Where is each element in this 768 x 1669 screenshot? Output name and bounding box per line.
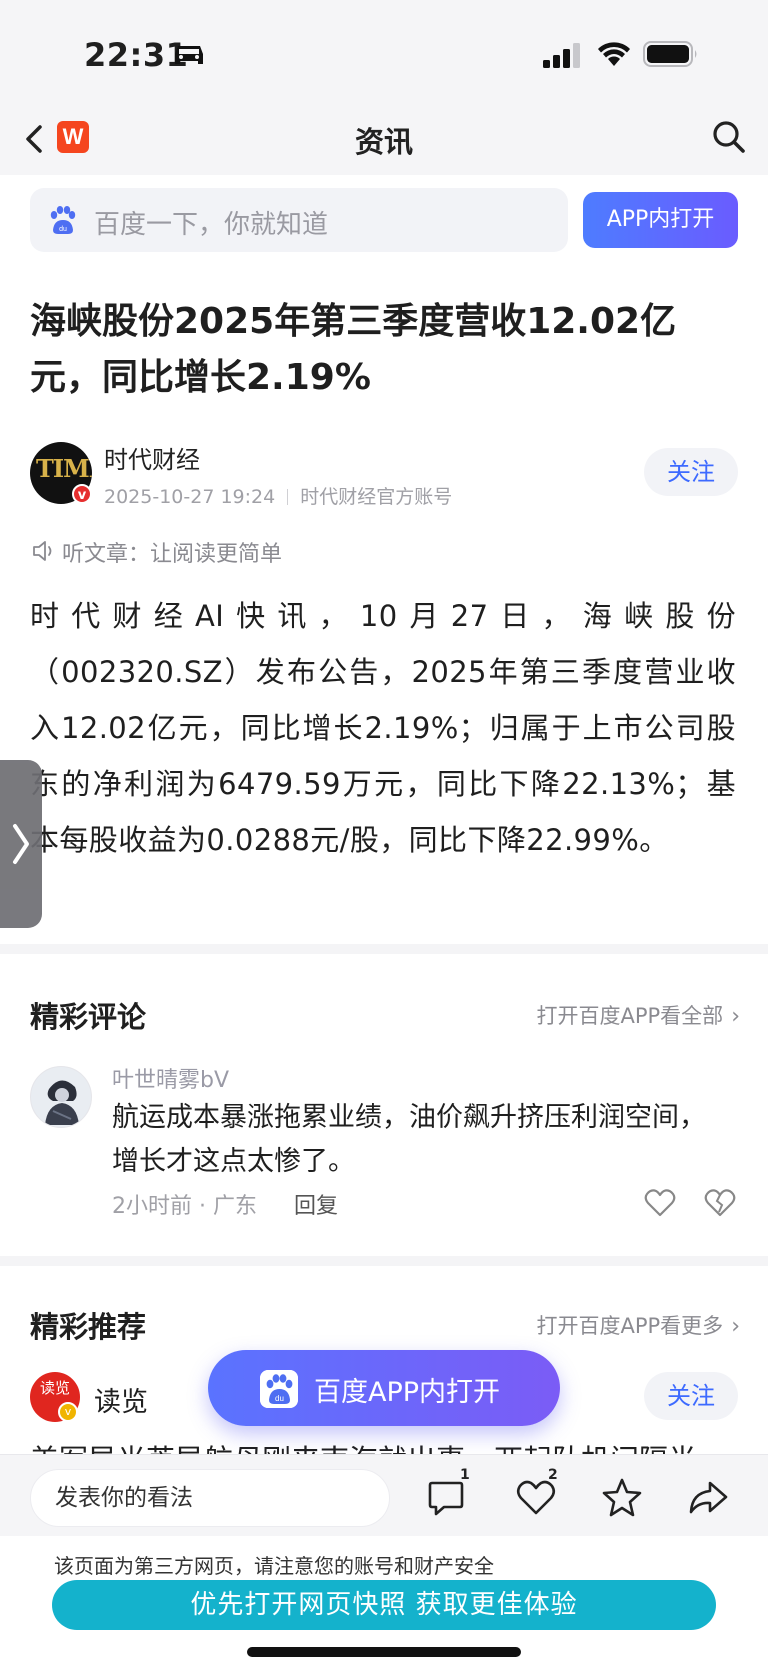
open-more-recommend-label: 打开百度APP看更多: [536, 1314, 724, 1338]
comment-input[interactable]: 发表你的看法: [30, 1469, 390, 1527]
meta-divider: [287, 489, 289, 505]
verified-badge-icon: v: [58, 1402, 78, 1422]
search-placeholder: 百度一下，你就知道: [94, 210, 329, 240]
commenter-username[interactable]: 叶世晴雾bV: [112, 1062, 229, 1094]
commenter-avatar[interactable]: [30, 1066, 92, 1128]
search-input[interactable]: du 百度一下，你就知道: [30, 188, 568, 252]
status-bar: 22:31: [0, 0, 768, 105]
side-drawer-handle[interactable]: [0, 760, 42, 928]
floating-open-in-app-button[interactable]: du 百度APP内打开: [208, 1350, 560, 1426]
recommend-section-title: 精彩推荐: [30, 1310, 147, 1344]
verified-badge-icon: v: [72, 484, 92, 504]
open-more-recommend-link[interactable]: 打开百度APP看更多 ›: [536, 1310, 740, 1340]
nav-bar: W 资讯: [0, 105, 768, 175]
wifi-icon: [598, 42, 630, 66]
comments-section-title: 精彩评论: [30, 1000, 147, 1034]
chevron-right-icon: ›: [731, 1314, 740, 1339]
publish-date: 2025-10-27 19:24: [104, 486, 276, 508]
baidu-paw-icon: du: [50, 206, 76, 234]
speaker-icon: [33, 541, 52, 561]
article-body: 时代财经AI快讯，10月27日，海峡股份（002320.SZ）发布公告，2025…: [30, 599, 736, 857]
listen-label: 听文章：让阅读更简单: [62, 542, 283, 567]
search-icon[interactable]: [711, 119, 747, 155]
open-in-app-button[interactable]: APP内打开: [583, 192, 738, 248]
cellular-signal-icon: [543, 43, 580, 68]
comment-count: 1: [460, 1467, 470, 1483]
author-avatar-logo: TIME: [36, 454, 92, 483]
battery-icon: [643, 41, 697, 67]
security-notice: 该页面为第三方网页，请注意您的账号和财产安全: [54, 1554, 494, 1578]
article-title: 海峡股份2025年第三季度营收12.02亿元，同比增长2.19%: [30, 301, 677, 398]
follow-button[interactable]: 关注: [644, 448, 738, 496]
car-icon: [175, 46, 203, 64]
page-title: 资讯: [354, 125, 413, 159]
chevron-right-icon: [13, 824, 29, 864]
star-icon[interactable]: [600, 1475, 644, 1519]
svg-text:du: du: [275, 1394, 284, 1403]
reply-button[interactable]: 回复: [294, 1188, 338, 1220]
heart-icon[interactable]: [644, 1188, 676, 1218]
comment-text: 航运成本暴涨拖累业绩，油价飙升挤压利润空间，增长才这点太惨了。: [112, 1102, 706, 1177]
recommend-source-name[interactable]: 读览: [94, 1380, 148, 1419]
commenter-avatar-image: [31, 1067, 91, 1127]
section-divider: [0, 944, 768, 954]
search-row: du 百度一下，你就知道 APP内打开: [30, 188, 738, 252]
floating-button-label: 百度APP内打开: [314, 1377, 501, 1408]
account-type: 时代财经官方账号: [300, 486, 453, 508]
share-icon[interactable]: [686, 1475, 730, 1519]
chevron-right-icon: ›: [731, 1004, 740, 1029]
author-row: TIME v 时代财经 2025-10-27 19:24 时代财经官方账号 关注: [30, 440, 740, 510]
author-meta: 2025-10-27 19:24 时代财经官方账号: [104, 482, 452, 509]
author-name[interactable]: 时代财经: [104, 440, 200, 475]
comment-time-location: 2小时前 · 广东: [112, 1194, 257, 1219]
baidu-paw-icon: du: [260, 1370, 298, 1408]
open-all-comments-label: 打开百度APP看全部: [536, 1004, 724, 1028]
section-divider: [0, 1256, 768, 1266]
open-all-comments-link[interactable]: 打开百度APP看全部 ›: [536, 1000, 740, 1030]
svg-text:du: du: [59, 226, 67, 233]
bottom-action-bar: 发表你的看法 1 2: [0, 1454, 768, 1536]
home-indicator[interactable]: [247, 1647, 521, 1657]
recommend-source-avatar-text: 读览: [39, 1379, 70, 1397]
recommend-follow-button[interactable]: 关注: [644, 1372, 738, 1420]
like-count: 2: [548, 1467, 558, 1483]
footer: 该页面为第三方网页，请注意您的账号和财产安全 优先打开网页快照 获取更佳体验: [0, 1536, 768, 1669]
open-snapshot-button[interactable]: 优先打开网页快照 获取更佳体验: [52, 1580, 716, 1630]
broken-heart-icon[interactable]: [704, 1188, 736, 1218]
